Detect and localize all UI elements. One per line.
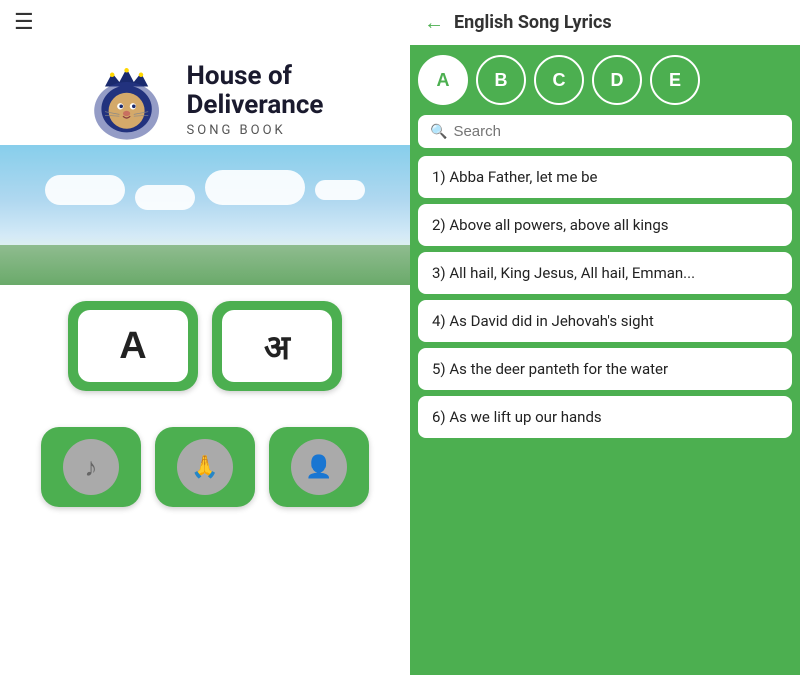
- lion-logo: [87, 55, 177, 145]
- song-item-3[interactable]: 3) All hail, King Jesus, All hail, Emman…: [418, 252, 792, 294]
- language-buttons: A अ: [0, 285, 410, 407]
- alpha-tab-D[interactable]: D: [592, 55, 642, 105]
- prayer-button[interactable]: 🙏: [155, 427, 255, 507]
- logo-section: House of Deliverance SONG BOOK: [0, 45, 410, 145]
- alpha-tab-B[interactable]: B: [476, 55, 526, 105]
- right-panel-title: English Song Lyrics: [454, 12, 612, 33]
- right-header: ← English Song Lyrics: [410, 0, 800, 45]
- songs-list: 1) Abba Father, let me be 2) Above all p…: [410, 148, 800, 675]
- alpha-tab-E[interactable]: E: [650, 55, 700, 105]
- music-icon: ♪: [63, 439, 119, 495]
- search-bar: 🔍: [418, 115, 792, 148]
- right-panel: ← English Song Lyrics A B C D E 🔍 1) Abb…: [410, 0, 800, 675]
- bottom-icons: ♪ 🙏 👤: [0, 417, 410, 517]
- english-lang-label: A: [78, 310, 188, 382]
- hindi-lang-button[interactable]: अ: [212, 301, 342, 391]
- song-item-4[interactable]: 4) As David did in Jehovah's sight: [418, 300, 792, 342]
- left-header: ☰: [0, 0, 410, 45]
- song-item-2[interactable]: 2) Above all powers, above all kings: [418, 204, 792, 246]
- song-item-6[interactable]: 6) As we lift up our hands: [418, 396, 792, 438]
- english-lang-button[interactable]: A: [68, 301, 198, 391]
- contact-button[interactable]: 👤: [269, 427, 369, 507]
- alpha-tab-A[interactable]: A: [418, 55, 468, 105]
- cloud-2: [135, 185, 195, 210]
- search-icon: 🔍: [430, 124, 447, 140]
- music-button[interactable]: ♪: [41, 427, 141, 507]
- hamburger-icon[interactable]: ☰: [14, 10, 34, 35]
- alpha-tab-C[interactable]: C: [534, 55, 584, 105]
- alphabet-tabs: A B C D E: [410, 45, 800, 115]
- cloud-3: [205, 170, 305, 205]
- song-item-1[interactable]: 1) Abba Father, let me be: [418, 156, 792, 198]
- back-arrow-icon[interactable]: ←: [424, 10, 444, 35]
- prayer-icon: 🙏: [177, 439, 233, 495]
- cloud-1: [45, 175, 125, 205]
- app-subtitle: SONG BOOK: [187, 123, 286, 138]
- sky-banner: [0, 145, 410, 285]
- ground: [0, 245, 410, 285]
- hindi-lang-label: अ: [222, 310, 332, 382]
- cloud-4: [315, 180, 365, 200]
- app-title: House of Deliverance SONG BOOK: [187, 62, 324, 138]
- app-title-line1: House of: [187, 62, 292, 91]
- left-panel: ☰: [0, 0, 410, 675]
- clouds: [0, 165, 410, 210]
- contact-icon: 👤: [291, 439, 347, 495]
- song-item-5[interactable]: 5) As the deer panteth for the water: [418, 348, 792, 390]
- app-title-line2: Deliverance: [187, 91, 324, 120]
- search-input[interactable]: [453, 123, 780, 140]
